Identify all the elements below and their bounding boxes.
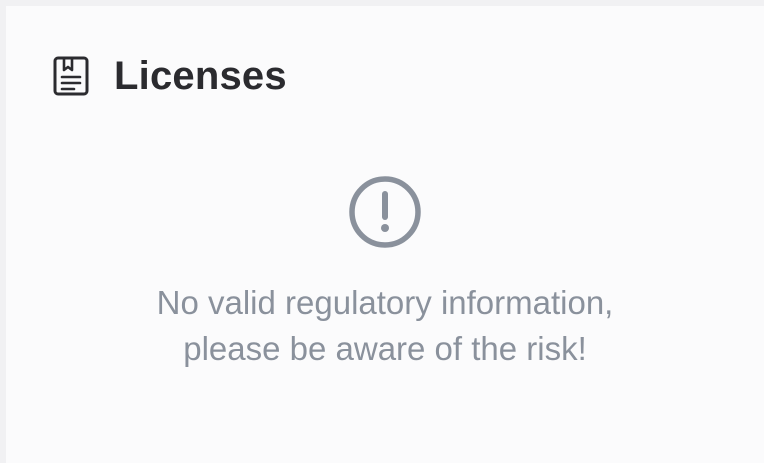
message-line-1: No valid regulatory information, — [156, 284, 614, 321]
empty-state: No valid regulatory information, please … — [6, 174, 764, 372]
empty-state-message: No valid regulatory information, please … — [65, 280, 705, 372]
page-title: Licenses — [114, 53, 287, 98]
licenses-panel: Licenses No valid regulatory information… — [6, 6, 764, 463]
panel-header: Licenses — [50, 46, 287, 106]
alert-circle-icon — [347, 174, 423, 250]
license-document-icon — [50, 55, 92, 97]
message-line-2: please be aware of the risk! — [183, 330, 587, 367]
